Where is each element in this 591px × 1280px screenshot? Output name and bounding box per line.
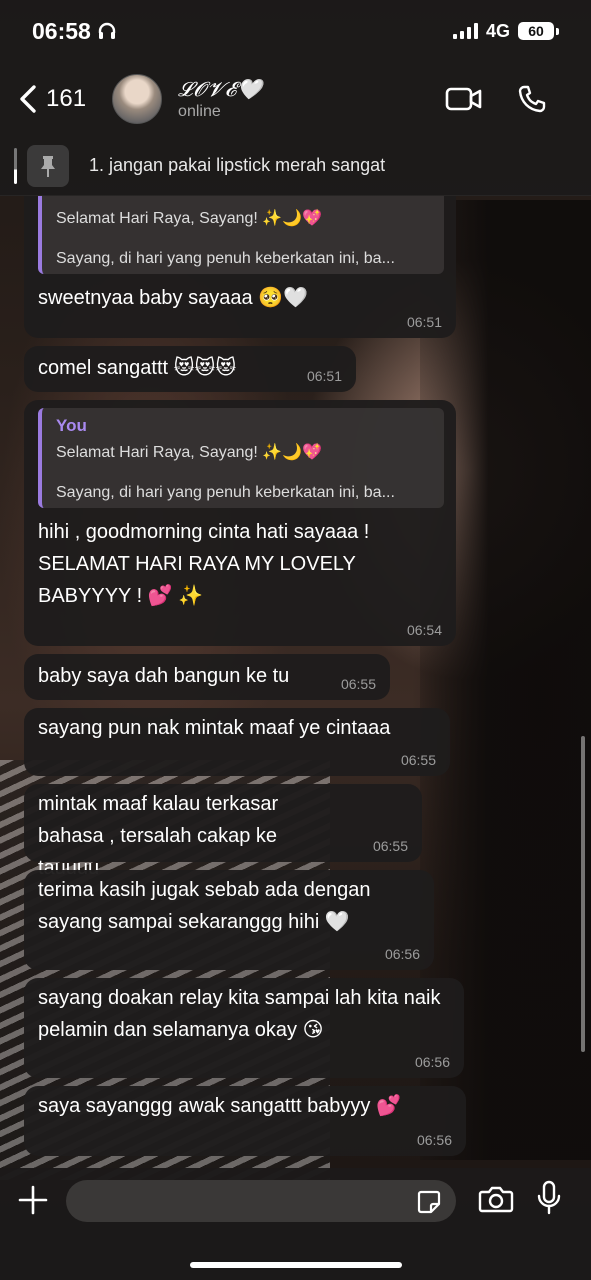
message-text: terima kasih jugak sebab ada dengan saya… (38, 879, 371, 933)
pin-icon (41, 155, 55, 177)
quote-title: Selamat Hari Raya, Sayang! ✨🌙💖 (56, 210, 323, 227)
message-time: 06:51 (306, 368, 342, 384)
chat-header: 161 𝓛𝓞𝓥𝓔🤍 online (0, 62, 591, 136)
message-time: 06:55 (400, 752, 436, 768)
pin-button[interactable] (27, 144, 69, 187)
video-call-icon[interactable] (445, 86, 483, 112)
status-bar: 06:58 4G 60 (0, 0, 591, 62)
message-time: 06:56 (384, 946, 420, 962)
microphone-icon[interactable] (536, 1180, 562, 1216)
headphones-icon (98, 22, 116, 39)
message-bubble[interactable]: sayang pun nak mintak maaf ye cintaaa 06… (24, 708, 450, 776)
message-text: sweetnyaa baby sayaaa 🥺🤍 (38, 287, 308, 309)
message-text: sayang doakan relay kita sampai lah kita… (38, 987, 441, 1041)
network-type: 4G (485, 20, 510, 41)
battery-level: 60 (528, 23, 544, 39)
pinned-message-bar[interactable]: 1. jangan pakai lipstick merah sangat (0, 136, 591, 196)
message-bubble[interactable]: sayang doakan relay kita sampai lah kita… (24, 978, 464, 1078)
scrollbar[interactable] (581, 736, 585, 1052)
message-text: sayang pun nak mintak maaf ye cintaaa (38, 717, 391, 739)
status-time: 06:58 (32, 17, 91, 44)
reply-quote[interactable]: You Selamat Hari Raya, Sayang! ✨🌙💖 Sayan… (38, 408, 444, 508)
signal-icon (452, 23, 478, 39)
message-bubble[interactable]: baby saya dah bangun ke tu 06:55 (24, 654, 390, 700)
message-bubble[interactable]: saya sayanggg awak sangattt babyyy 💕 06:… (24, 1086, 466, 1156)
message-bubble[interactable]: You Selamat Hari Raya, Sayang! ✨🌙💖 Sayan… (24, 400, 456, 646)
message-bubble[interactable]: Selamat Hari Raya, Sayang! ✨🌙💖 Sayang, d… (24, 196, 456, 338)
avatar[interactable] (112, 74, 163, 124)
message-time: 06:55 (340, 676, 376, 692)
contact-info[interactable]: 𝓛𝓞𝓥𝓔🤍 online (178, 77, 263, 121)
home-indicator[interactable] (190, 1262, 402, 1268)
sticker-icon[interactable] (416, 1189, 442, 1215)
phone-icon[interactable] (517, 84, 547, 114)
camera-icon[interactable] (478, 1184, 514, 1214)
message-text: baby saya dah bangun ke tu (38, 665, 290, 687)
battery-icon: 60 (518, 22, 559, 40)
quote-title: Selamat Hari Raya, Sayang! ✨🌙💖 (56, 444, 323, 461)
quote-author: You (56, 416, 87, 435)
message-bubble[interactable]: comel sangattt 😻😻😻 06:51 (24, 346, 356, 392)
attach-button[interactable] (0, 1180, 66, 1220)
message-bubble[interactable]: mintak maaf kalau terkasar bahasa , ters… (24, 784, 422, 879)
message-time: 06:54 (406, 622, 442, 638)
pinned-indicator (14, 147, 17, 184)
reply-quote[interactable]: Selamat Hari Raya, Sayang! ✨🌙💖 Sayang, d… (38, 196, 444, 274)
message-text: saya sayanggg awak sangattt babyyy 💕 (38, 1095, 401, 1117)
message-text: comel sangattt 😻😻😻 (38, 357, 237, 379)
chevron-left-icon (20, 85, 36, 113)
message-time: 06:55 (372, 838, 408, 854)
message-time: 06:51 (406, 314, 442, 330)
message-time: 06:56 (414, 1054, 450, 1070)
message-list[interactable]: Selamat Hari Raya, Sayang! ✨🌙💖 Sayang, d… (0, 196, 591, 1168)
pinned-text: 1. jangan pakai lipstick merah sangat (89, 155, 386, 175)
message-input[interactable] (66, 1180, 456, 1222)
quote-body: Sayang, di hari yang penuh keberkatan in… (56, 250, 395, 267)
message-bubble[interactable]: terima kasih jugak sebab ada dengan saya… (24, 870, 434, 970)
plus-icon (18, 1185, 48, 1215)
contact-status: online (178, 103, 221, 120)
quote-body: Sayang, di hari yang penuh keberkatan in… (56, 484, 395, 501)
unread-count: 161 (46, 85, 87, 112)
contact-name: 𝓛𝓞𝓥𝓔🤍 (178, 77, 264, 101)
back-button[interactable]: 161 (0, 84, 86, 114)
message-text: hihi , goodmorning cinta hati sayaaa ! S… (38, 521, 370, 607)
message-time: 06:56 (416, 1132, 452, 1148)
